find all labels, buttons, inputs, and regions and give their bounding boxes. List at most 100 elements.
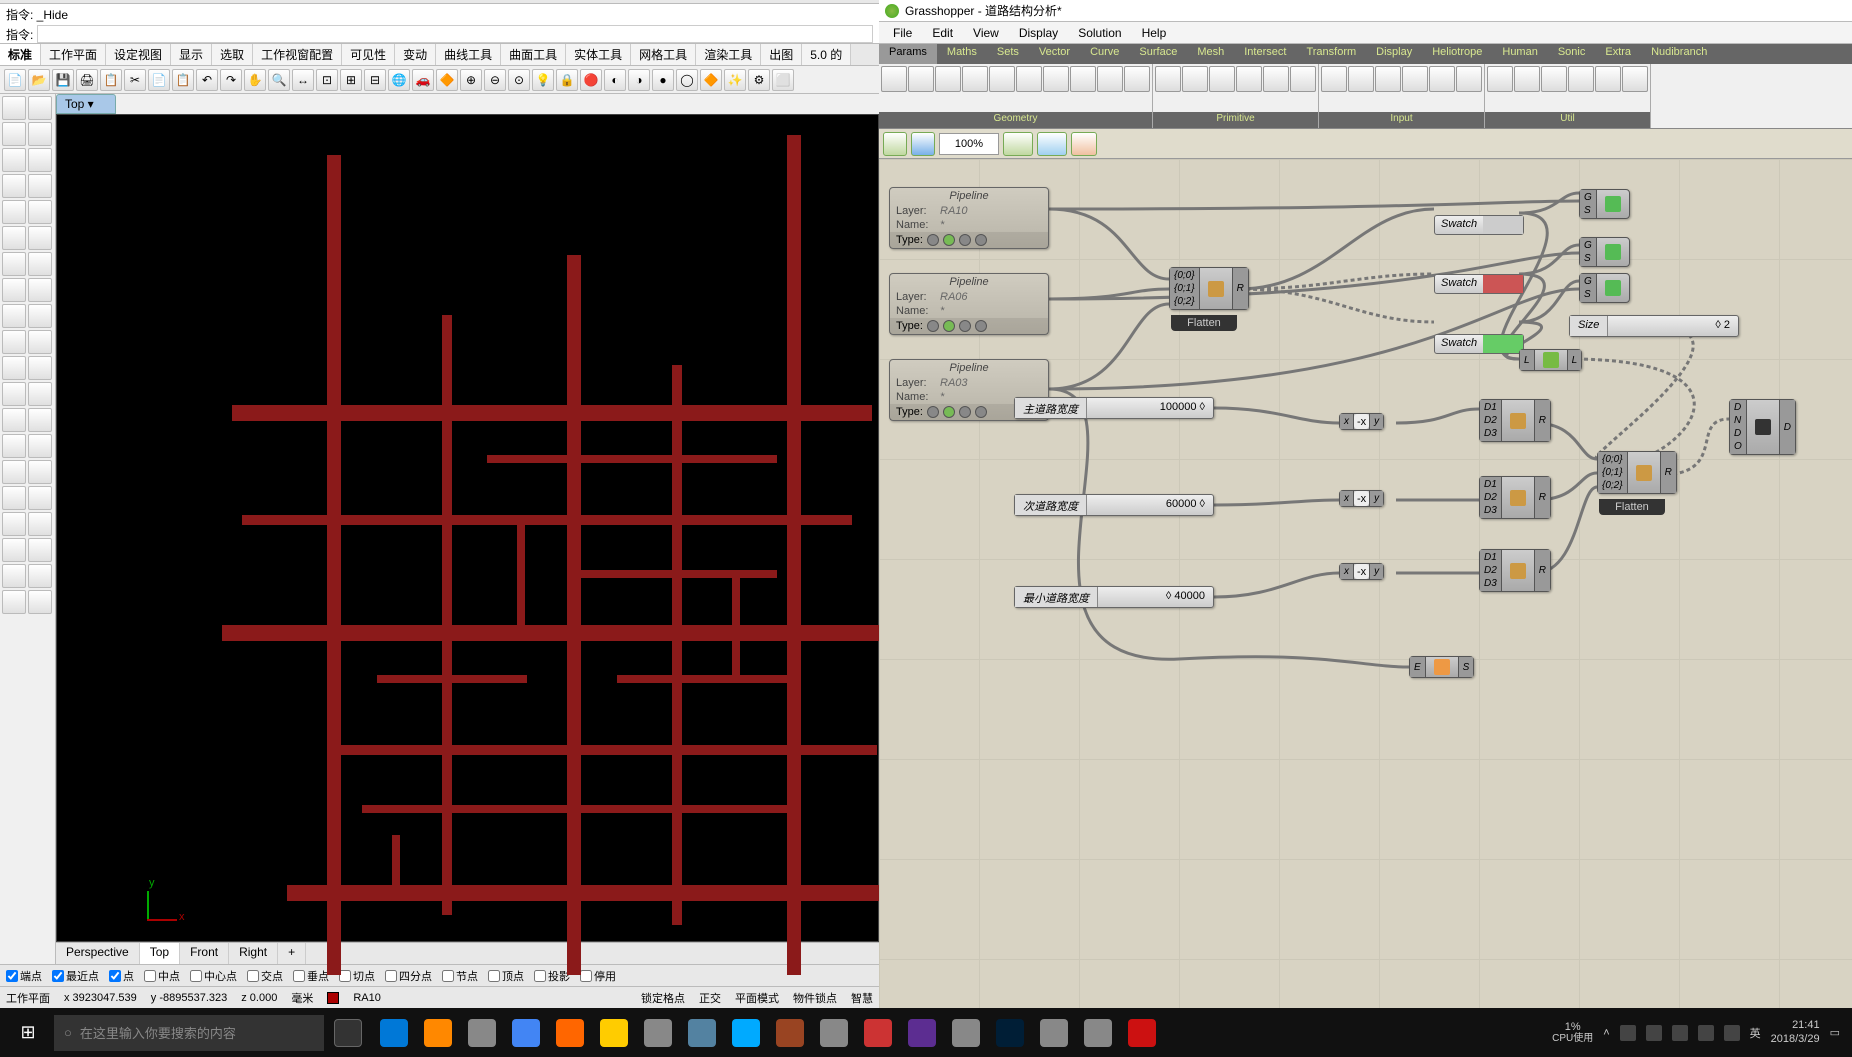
- gh-pipeline-component[interactable]: Pipeline Layer:RA10 Name:* Type:: [889, 187, 1049, 249]
- gh-ribbon-tab[interactable]: Curve: [1080, 44, 1129, 64]
- rhino-tab[interactable]: 实体工具: [566, 44, 631, 65]
- side-tool-button[interactable]: [2, 538, 26, 562]
- gh-component-button[interactable]: [1290, 66, 1316, 92]
- rhino-tab[interactable]: 设定视图: [106, 44, 171, 65]
- toolbar-button[interactable]: ⊙: [508, 69, 530, 91]
- gh-ribbon-tab[interactable]: Maths: [937, 44, 987, 64]
- gh-sketch-button[interactable]: [1071, 132, 1097, 156]
- toolbar-button[interactable]: 📄: [148, 69, 170, 91]
- tray-icon[interactable]: [1724, 1025, 1740, 1041]
- gh-ribbon-tab[interactable]: Transform: [1296, 44, 1366, 64]
- toolbar-button[interactable]: 🌐: [388, 69, 410, 91]
- rhino-tab[interactable]: 工作平面: [41, 44, 106, 65]
- gh-group-label[interactable]: Util: [1485, 112, 1650, 128]
- rhino-tab[interactable]: 选取: [212, 44, 253, 65]
- osnap-checkbox[interactable]: 切点: [339, 968, 375, 984]
- rhino-tab[interactable]: 5.0 的: [802, 44, 851, 65]
- gh-ribbon-tab[interactable]: Vector: [1029, 44, 1080, 64]
- toolbar-button[interactable]: 📋: [100, 69, 122, 91]
- task-view-button[interactable]: [326, 1013, 370, 1053]
- gh-save-button[interactable]: [911, 132, 935, 156]
- side-tool-button[interactable]: [28, 96, 52, 120]
- gh-d3-component[interactable]: D1D2D3R: [1479, 399, 1551, 442]
- gh-d3-component[interactable]: D1D2D3R: [1479, 549, 1551, 592]
- gh-component-button[interactable]: [1541, 66, 1567, 92]
- rhino-tab[interactable]: 曲线工具: [436, 44, 501, 65]
- osnap-checkbox[interactable]: 停用: [580, 968, 616, 984]
- gh-group-label[interactable]: Input: [1319, 112, 1484, 128]
- side-tool-button[interactable]: [2, 590, 26, 614]
- side-tool-button[interactable]: [28, 434, 52, 458]
- gh-component-button[interactable]: [1182, 66, 1208, 92]
- gh-es-component[interactable]: ES: [1409, 656, 1474, 678]
- gh-menu-item[interactable]: Edit: [922, 24, 963, 42]
- tray-icon[interactable]: [1698, 1025, 1714, 1041]
- gh-ribbon-tab[interactable]: Mesh: [1187, 44, 1234, 64]
- start-button[interactable]: ⊞: [4, 1013, 52, 1053]
- toolbar-button[interactable]: ✂: [124, 69, 146, 91]
- side-tool-button[interactable]: [28, 122, 52, 146]
- toolbar-button[interactable]: ✋: [244, 69, 266, 91]
- side-tool-button[interactable]: [2, 96, 26, 120]
- gh-component-button[interactable]: [881, 66, 907, 92]
- gh-negative-component[interactable]: x-xy: [1339, 413, 1384, 430]
- rhino-tab[interactable]: 显示: [171, 44, 212, 65]
- toolbar-button[interactable]: 📂: [28, 69, 50, 91]
- status-ortho[interactable]: 正交: [699, 990, 721, 1006]
- taskbar-app[interactable]: [592, 1013, 636, 1053]
- osnap-checkbox[interactable]: 投影: [534, 968, 570, 984]
- side-tool-button[interactable]: [28, 174, 52, 198]
- taskbar-app[interactable]: [724, 1013, 768, 1053]
- viewport-tab[interactable]: +: [278, 943, 306, 964]
- side-tool-button[interactable]: [28, 304, 52, 328]
- side-tool-button[interactable]: [28, 538, 52, 562]
- taskbar-app[interactable]: [1032, 1013, 1076, 1053]
- toolbar-button[interactable]: ⊡: [316, 69, 338, 91]
- viewport-tab[interactable]: Top: [140, 943, 180, 964]
- gh-menu-item[interactable]: View: [963, 24, 1009, 42]
- toolbar-button[interactable]: 📋: [172, 69, 194, 91]
- taskbar-app[interactable]: [680, 1013, 724, 1053]
- toolbar-button[interactable]: 💡: [532, 69, 554, 91]
- side-tool-button[interactable]: [28, 356, 52, 380]
- gh-component-button[interactable]: [1595, 66, 1621, 92]
- rhino-tab[interactable]: 出图: [761, 44, 802, 65]
- side-tool-button[interactable]: [2, 200, 26, 224]
- rhino-tab[interactable]: 可见性: [342, 44, 395, 65]
- toolbar-button[interactable]: ●: [652, 69, 674, 91]
- toolbar-button[interactable]: ⊞: [340, 69, 362, 91]
- rhino-tab[interactable]: 网格工具: [631, 44, 696, 65]
- notifications-icon[interactable]: ▭: [1830, 1026, 1840, 1039]
- gh-component-button[interactable]: [1124, 66, 1150, 92]
- tray-icon[interactable]: [1672, 1025, 1688, 1041]
- side-tool-button[interactable]: [28, 252, 52, 276]
- taskbar-app[interactable]: [460, 1013, 504, 1053]
- type-dot[interactable]: [959, 234, 971, 246]
- side-tool-button[interactable]: [28, 408, 52, 432]
- tray-icon[interactable]: [1620, 1025, 1636, 1041]
- side-tool-button[interactable]: [2, 512, 26, 536]
- side-tool-button[interactable]: [2, 252, 26, 276]
- taskbar-app[interactable]: [1076, 1013, 1120, 1053]
- type-dot[interactable]: [975, 234, 987, 246]
- tray-icon[interactable]: [1646, 1025, 1662, 1041]
- toolbar-button[interactable]: ↶: [196, 69, 218, 91]
- gh-ribbon-tab[interactable]: Display: [1366, 44, 1422, 64]
- gh-component-button[interactable]: [1321, 66, 1347, 92]
- rhino-viewport[interactable]: y x: [56, 114, 879, 942]
- side-tool-button[interactable]: [2, 226, 26, 250]
- gh-negative-component[interactable]: x-xy: [1339, 563, 1384, 580]
- side-tool-button[interactable]: [28, 330, 52, 354]
- toolbar-button[interactable]: 🔍: [268, 69, 290, 91]
- toolbar-button[interactable]: ⊟: [364, 69, 386, 91]
- gh-slider[interactable]: 最小道路宽度◊ 40000: [1014, 586, 1214, 608]
- status-unit[interactable]: 毫米: [291, 990, 313, 1006]
- side-tool-button[interactable]: [2, 330, 26, 354]
- side-tool-button[interactable]: [2, 174, 26, 198]
- gh-swatch-component[interactable]: Swatch: [1434, 334, 1524, 354]
- side-tool-button[interactable]: [28, 278, 52, 302]
- gh-pipeline-component[interactable]: Pipeline Layer:RA06 Name:* Type:: [889, 273, 1049, 335]
- rhino-tab[interactable]: 工作视窗配置: [253, 44, 342, 65]
- toolbar-button[interactable]: ◯: [676, 69, 698, 91]
- gh-component-button[interactable]: [989, 66, 1015, 92]
